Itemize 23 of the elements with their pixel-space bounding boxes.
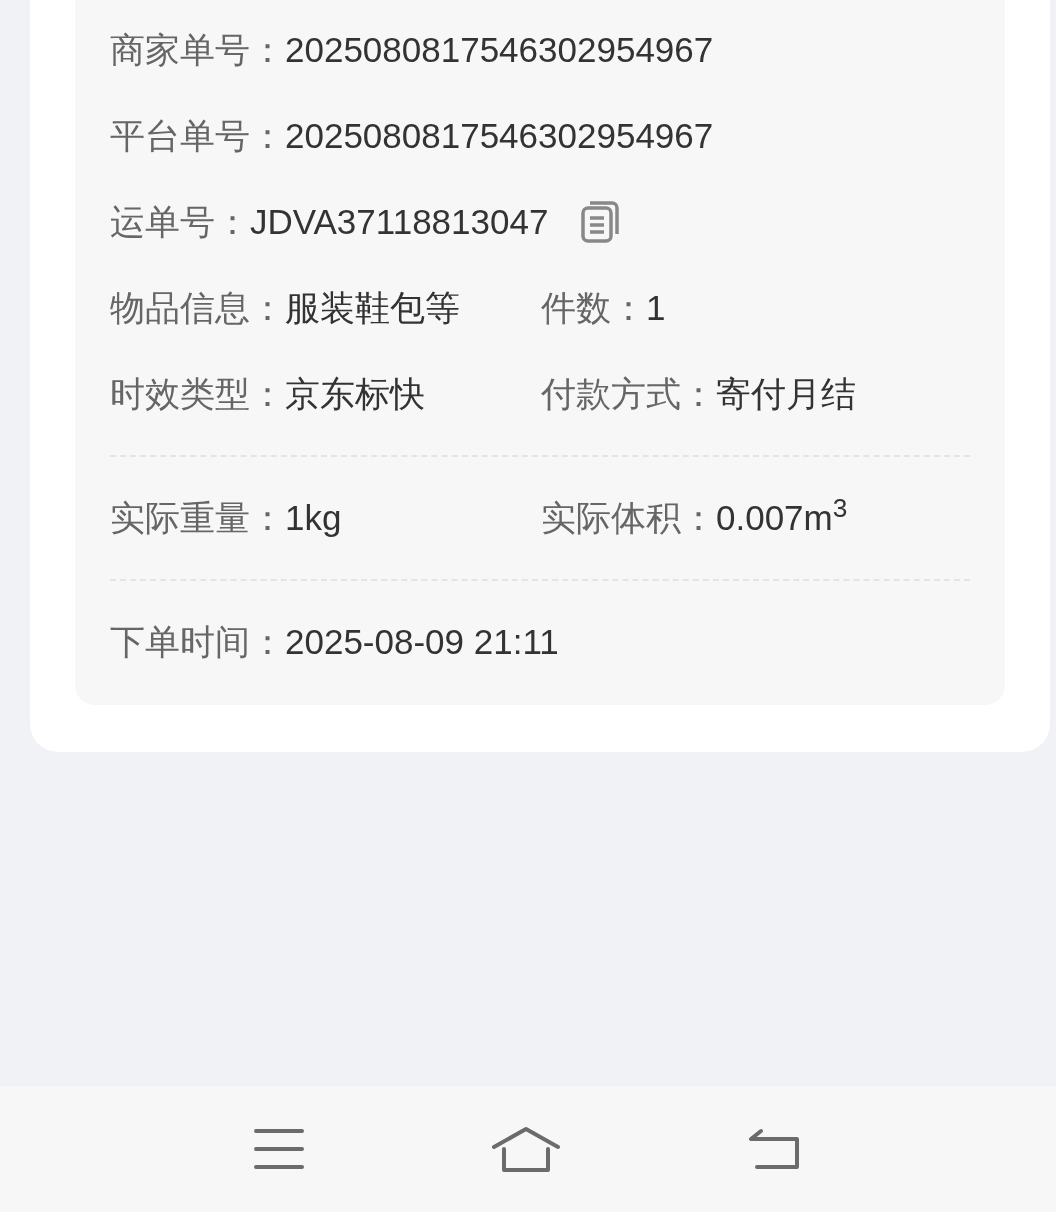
field-label: 物品信息： (110, 286, 285, 329)
field-value: 1kg (285, 496, 342, 539)
field-label: 商家单号： (110, 28, 285, 71)
field-value: 2025080817546302954967 (285, 28, 714, 71)
field-value: 2025-08-09 21:11 (285, 620, 559, 663)
field-label: 时效类型： (110, 372, 285, 415)
field-value: 服装鞋包等 (285, 286, 460, 329)
field-value: JDVA37118813047 (250, 200, 549, 243)
field-value: 2025080817546302954967 (285, 114, 714, 157)
field-label: 件数： (541, 286, 646, 329)
field-label: 平台单号： (110, 114, 285, 157)
field-label: 付款方式： (541, 372, 716, 415)
field-label: 实际重量： (110, 496, 285, 539)
field-value: 寄付月结 (716, 372, 856, 415)
copy-icon[interactable] (580, 200, 621, 244)
field-value: 0.007m$^{3}$ (716, 491, 848, 539)
field-value: 京东标快 (285, 372, 425, 415)
field-label: 实际体积： (541, 496, 716, 539)
menu-icon[interactable] (252, 1127, 305, 1171)
field-label: 运单号： (110, 200, 250, 243)
field-label: 下单时间： (110, 620, 285, 663)
home-icon[interactable] (490, 1125, 562, 1173)
field-value: 1 (646, 286, 666, 329)
